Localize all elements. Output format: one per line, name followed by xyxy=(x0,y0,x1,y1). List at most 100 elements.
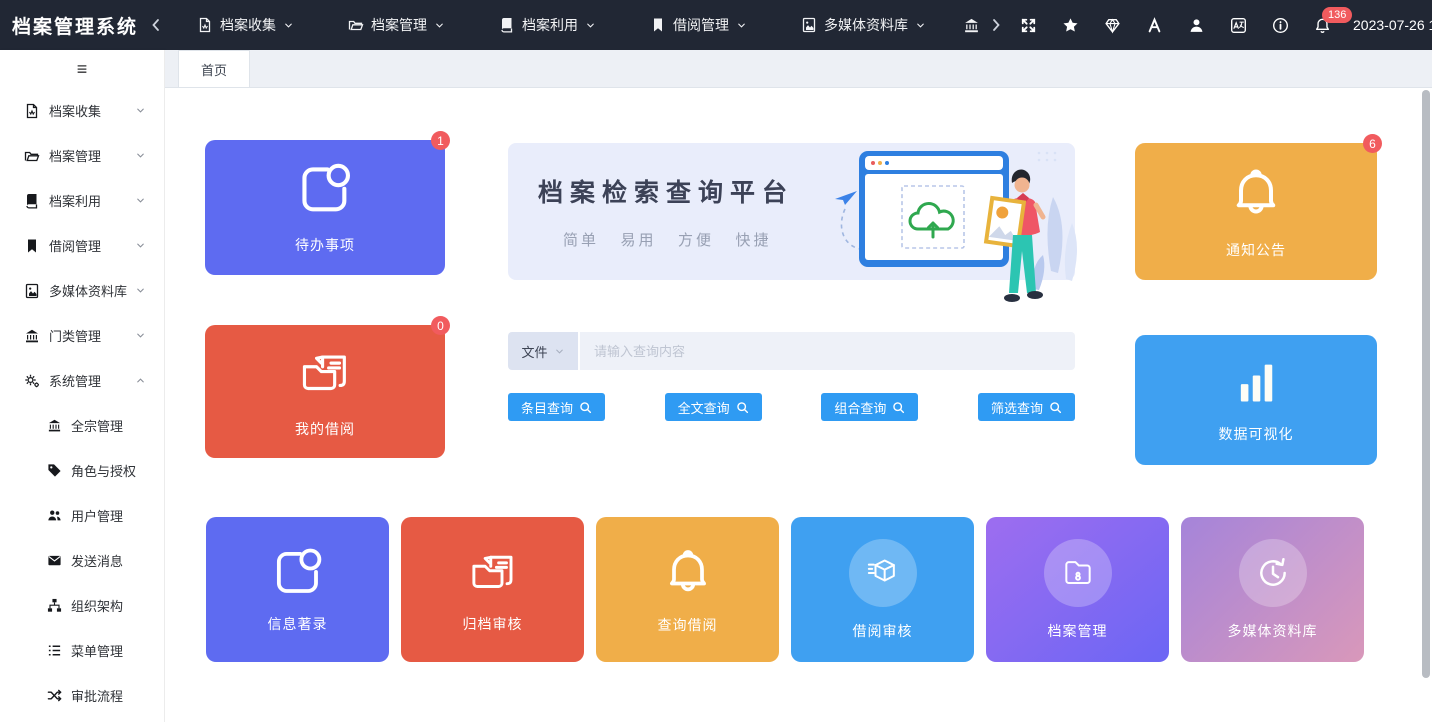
filter-search-button[interactable]: 筛选查询 xyxy=(978,393,1075,421)
chevron-down-icon xyxy=(736,20,747,31)
menu-scroll-left-button[interactable] xyxy=(142,17,170,33)
profile-button[interactable] xyxy=(1188,17,1205,34)
todo-icon xyxy=(294,161,356,219)
search-input[interactable] xyxy=(580,332,1075,370)
about-button[interactable] xyxy=(1272,17,1289,34)
gears-icon xyxy=(24,373,40,389)
bank-icon xyxy=(47,418,62,433)
bookmark-icon xyxy=(650,17,666,33)
tag-icon xyxy=(47,463,62,478)
my-borrow-card[interactable]: 我的借阅 0 xyxy=(205,325,445,458)
chevron-down-icon xyxy=(554,346,565,357)
history-icon xyxy=(1253,553,1293,593)
icon-circle xyxy=(1044,539,1112,607)
shortcut-info-entry[interactable]: 信息著录 xyxy=(206,517,389,662)
sidebar-item-archive-manage[interactable]: 档案管理 xyxy=(0,133,164,178)
menu-multimedia[interactable]: 多媒体资料库 xyxy=(774,0,953,50)
fullscreen-button[interactable] xyxy=(1020,17,1037,34)
sidebar-item-roles-auth[interactable]: 角色与授权 xyxy=(0,448,164,493)
file-icon xyxy=(24,103,40,119)
hamburger-icon: ≡ xyxy=(77,59,88,80)
sidebar-item-approval-flow[interactable]: 审批流程 xyxy=(0,673,164,718)
sidebar-item-org-structure[interactable]: 组织架构 xyxy=(0,583,164,628)
menu-label: 档案利用 xyxy=(522,15,578,35)
search-bar: 文件 xyxy=(508,332,1075,370)
banner-illustration xyxy=(829,145,1081,317)
chevron-down-icon xyxy=(434,20,445,31)
shortcut-query-borrow[interactable]: 查询借阅 xyxy=(596,517,779,662)
chevron-up-icon xyxy=(135,375,146,386)
banner-subtitle: 简单 易用 方便 快捷 xyxy=(563,229,772,250)
font-size-button[interactable] xyxy=(1146,17,1163,34)
notice-count-badge: 6 xyxy=(1363,134,1382,153)
favorite-button[interactable] xyxy=(1062,17,1079,34)
tab-home[interactable]: 首页 xyxy=(178,50,250,87)
language-button[interactable] xyxy=(1230,17,1247,34)
sidebar-collapse-toggle[interactable]: ≡ xyxy=(0,50,164,88)
menu-borrow-manage[interactable]: 借阅管理 xyxy=(623,0,774,50)
media-file-icon xyxy=(801,17,817,33)
sidebar-item-archive-collect[interactable]: 档案收集 xyxy=(0,88,164,133)
search-icon xyxy=(1049,401,1062,414)
sidebar-item-multimedia[interactable]: 多媒体资料库 xyxy=(0,268,164,313)
book-icon xyxy=(499,17,515,33)
bar-chart-icon xyxy=(1228,356,1284,408)
sidebar-item-system-manage[interactable]: 系统管理 xyxy=(0,358,164,403)
menu-scroll-right-button[interactable] xyxy=(982,17,1010,33)
shortcut-borrow-review[interactable]: 借阅审核 xyxy=(791,517,974,662)
chevron-down-icon xyxy=(135,105,146,116)
folder-open-icon xyxy=(348,17,364,33)
shortcut-archive-manage[interactable]: 档案管理 xyxy=(986,517,1169,662)
entry-search-button[interactable]: 条目查询 xyxy=(508,393,605,421)
app-title: 档案管理系统 xyxy=(0,12,142,39)
gem-icon xyxy=(1104,17,1121,34)
fullscreen-icon xyxy=(1020,17,1037,34)
menu-category-partial[interactable] xyxy=(953,0,982,50)
book-icon xyxy=(24,193,40,209)
bank-icon xyxy=(24,328,40,344)
shortcut-cards: 信息著录 归档审核 查询借阅 借阅审核 xyxy=(206,517,1364,662)
notifications-button[interactable]: 136 xyxy=(1314,17,1331,34)
chevron-down-icon xyxy=(283,20,294,31)
todo-icon xyxy=(269,546,327,600)
todo-items-card[interactable]: 待办事项 1 xyxy=(205,140,445,275)
search-category-select[interactable]: 文件 xyxy=(508,332,580,370)
sidebar-item-menu-manage[interactable]: 菜单管理 xyxy=(0,628,164,673)
data-visualization-card[interactable]: 数据可视化 xyxy=(1135,335,1377,465)
chevron-left-icon xyxy=(148,17,164,33)
sidebar-item-user-manage[interactable]: 用户管理 xyxy=(0,493,164,538)
main-menu: 档案收集 档案管理 档案利用 借阅管理 多媒体资料库 xyxy=(170,0,982,50)
bell-icon xyxy=(659,545,717,601)
search-platform-banner[interactable]: 档案检索查询平台 简单 易用 方便 快捷 xyxy=(508,143,1075,280)
menu-archive-collect[interactable]: 档案收集 xyxy=(170,0,321,50)
sidebar-item-send-message[interactable]: 发送消息 xyxy=(0,538,164,583)
sidebar-item-borrow-manage[interactable]: 借阅管理 xyxy=(0,223,164,268)
bell-icon xyxy=(1225,164,1287,224)
vertical-scrollbar[interactable] xyxy=(1421,88,1431,722)
sidebar-item-fonds-manage[interactable]: 全宗管理 xyxy=(0,403,164,448)
shortcut-multimedia-library[interactable]: 多媒体资料库 xyxy=(1181,517,1364,662)
translate-icon xyxy=(1230,17,1247,34)
sitemap-icon xyxy=(47,598,62,613)
menu-archive-manage[interactable]: 档案管理 xyxy=(321,0,472,50)
notice-announcement-card[interactable]: 通知公告 6 xyxy=(1135,143,1377,280)
chevron-right-icon xyxy=(988,17,1004,33)
sidebar-item-archive-use[interactable]: 档案利用 xyxy=(0,178,164,223)
menu-archive-use[interactable]: 档案利用 xyxy=(472,0,623,50)
menu-label: 多媒体资料库 xyxy=(824,15,908,35)
scrollbar-thumb[interactable] xyxy=(1422,90,1430,678)
shuffle-icon xyxy=(47,688,62,703)
sidebar-item-category-manage[interactable]: 门类管理 xyxy=(0,313,164,358)
search-buttons: 条目查询 全文查询 组合查询 筛选查询 xyxy=(508,393,1075,421)
users-icon xyxy=(47,508,62,523)
theme-button[interactable] xyxy=(1104,17,1121,34)
home-content: 待办事项 1 档案检索查询平台 简单 易用 方便 快捷 xyxy=(165,88,1432,722)
chevron-down-icon xyxy=(135,330,146,341)
list-icon xyxy=(47,643,62,658)
chevron-down-icon xyxy=(135,240,146,251)
combined-search-button[interactable]: 组合查询 xyxy=(821,393,918,421)
fulltext-search-button[interactable]: 全文查询 xyxy=(665,393,762,421)
bank-icon xyxy=(963,17,980,34)
shortcut-archive-review[interactable]: 归档审核 xyxy=(401,517,584,662)
sidebar: ≡ 档案收集 档案管理 档案利用 借阅管理 xyxy=(0,50,165,722)
